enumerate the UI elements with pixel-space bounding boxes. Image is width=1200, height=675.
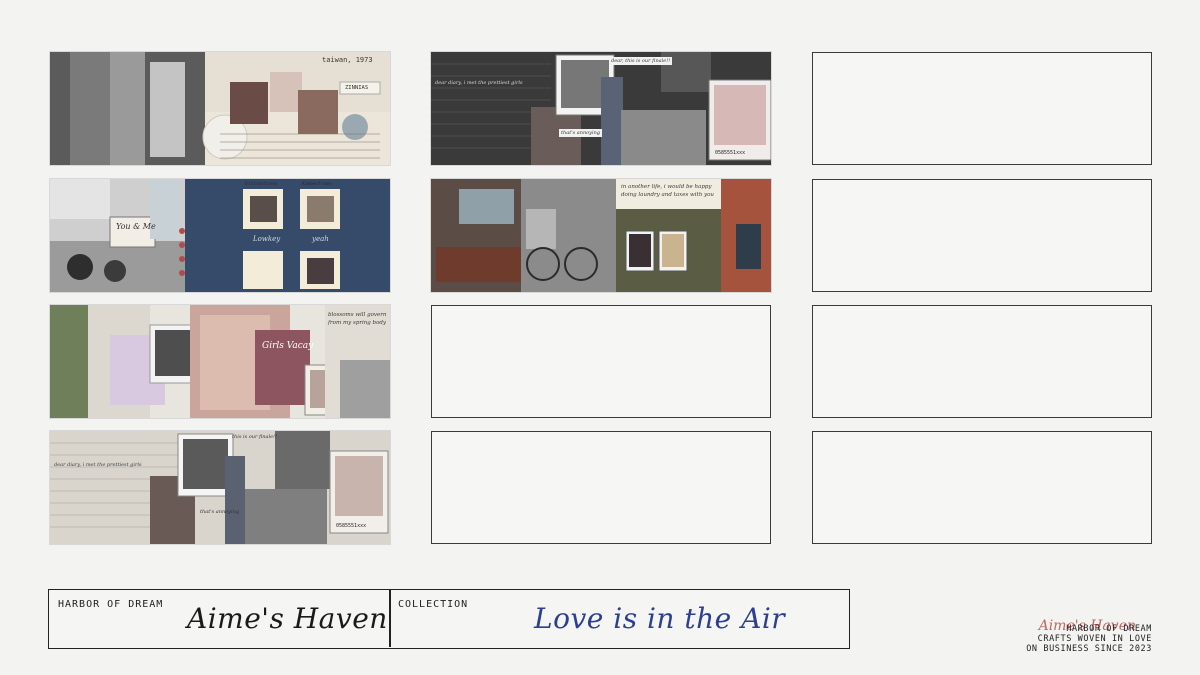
collage-thumbnail-sage-scrapbook[interactable]: Girls Vacay blossoms will govern from my… (50, 305, 390, 418)
tagline-line: ON BUSINESS SINCE 2023 (1026, 644, 1152, 654)
empty-slot[interactable] (431, 431, 771, 544)
tagline-line: CRAFTS WOVEN IN LOVE (1037, 634, 1152, 644)
collage-room-window-image (431, 179, 771, 292)
collage-text-number: 0585551xxx (715, 150, 746, 156)
bar-divider (389, 590, 391, 647)
collection-name: Love is in the Air (534, 602, 786, 635)
empty-slot[interactable] (812, 431, 1152, 544)
collage-thumbnail-dark-journal[interactable]: dear diary, i met the prettiest girls de… (431, 52, 771, 165)
collage-text-lowkey: Lowkey (253, 235, 281, 243)
collage-text-diary: dear diary, i met the prettiest girls (54, 462, 142, 468)
collage-text-distractions: Distractions (245, 182, 278, 187)
collage-navy-board-image (50, 179, 390, 292)
collage-text-girls-vacay: Girls Vacay (262, 341, 314, 351)
collage-thumbnail-navy-board[interactable]: You & Me Lowkey yeah Distractions Kimber… (50, 179, 390, 292)
collage-text-another-life: in another life, i would be happy doing … (621, 184, 714, 198)
tagline: HARBOR OF DREAM CRAFTS WOVEN IN LOVE ON … (1026, 624, 1152, 654)
collage-text-number: 0585551xxx (336, 523, 367, 529)
collage-text-annoying: that's annoying (559, 129, 603, 137)
collage-text-date: taiwan, 1973 (322, 56, 373, 64)
collage-text-zinnias: ZINNIAS (345, 85, 369, 91)
collage-text-blossoms: blossoms will govern from my spring body (328, 312, 387, 326)
brand-name: Aime's Haven (187, 602, 388, 635)
collage-text-kimbertrims: Kimbertrims (302, 182, 332, 187)
collage-dark-journal-image (431, 52, 771, 165)
collage-text-you-and-me: You & Me (116, 222, 156, 231)
collage-text-diary: dear diary, i met the prettiest girls (435, 80, 523, 86)
collage-thumbnail-paper-letter[interactable]: taiwan, 1973 ZINNIAS (50, 52, 390, 165)
brand-label: HARBOR OF DREAM (58, 599, 164, 610)
collection-label: COLLECTION (398, 599, 469, 610)
tagline-line: HARBOR OF DREAM (1066, 624, 1152, 634)
collage-paper-letter-image (50, 52, 390, 165)
collage-text-annoying: that's annoying (200, 509, 240, 515)
collage-text-finale: dear, this is our finale!! (609, 57, 673, 65)
empty-slot[interactable] (812, 179, 1152, 292)
empty-slot[interactable] (812, 305, 1152, 418)
info-bar: HARBOR OF DREAM Aime's Haven COLLECTION … (48, 589, 850, 649)
collage-text-yeah: yeah (312, 235, 329, 243)
empty-slot[interactable] (431, 305, 771, 418)
collage-thumbnail-lined-journal[interactable]: dear diary, i met the prettiest girls th… (50, 431, 390, 544)
collage-thumbnail-room-window[interactable]: in another life, i would be happy doing … (431, 179, 771, 292)
collage-text-finale: this is our finale!! (232, 434, 278, 440)
empty-slot[interactable] (812, 52, 1152, 165)
